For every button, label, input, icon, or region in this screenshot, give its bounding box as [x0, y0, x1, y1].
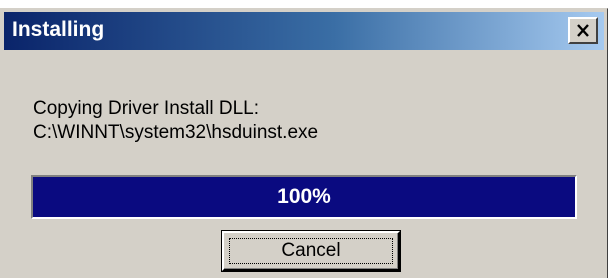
- status-message: Copying Driver Install DLL: C:\WINNT\sys…: [33, 97, 318, 145]
- cancel-button-label: Cancel: [281, 240, 341, 261]
- progress-percent-label: 100%: [277, 185, 331, 208]
- window-title: Installing: [12, 18, 105, 41]
- progress-bar: 100%: [31, 175, 577, 219]
- status-line-path: C:\WINNT\system32\hsduinst.exe: [33, 122, 319, 143]
- title-bar[interactable]: Installing: [4, 12, 604, 50]
- installing-dialog: Installing Copying Driver Install DLL: C…: [0, 8, 608, 278]
- close-button[interactable]: [568, 17, 598, 44]
- status-line-action: Copying Driver Install DLL:: [33, 98, 259, 119]
- cancel-button[interactable]: Cancel: [221, 230, 401, 272]
- close-x-icon: [577, 24, 589, 37]
